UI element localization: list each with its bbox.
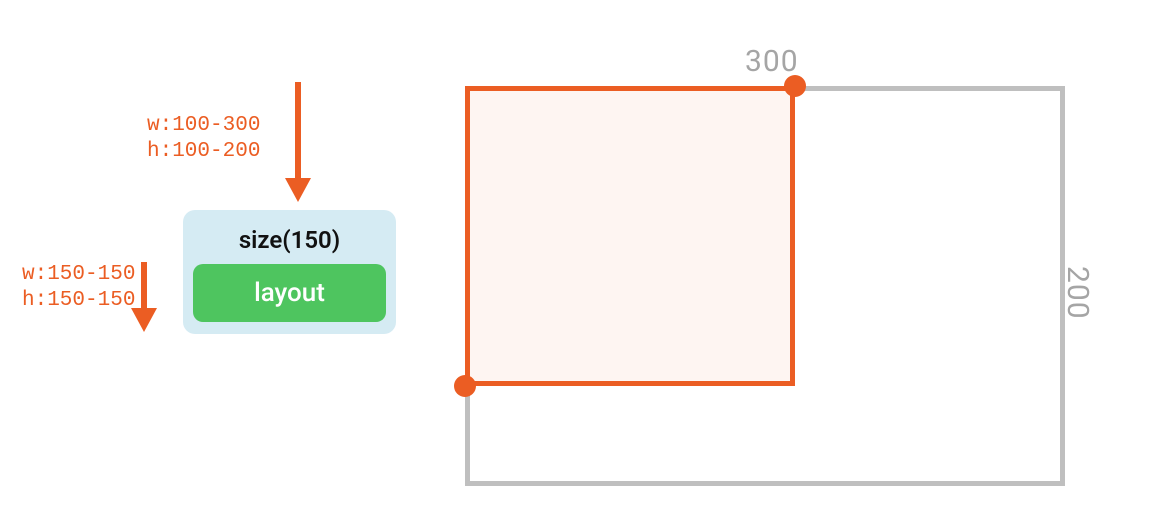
child-size-box [465,86,795,386]
handle-dot-icon [454,375,476,397]
width-dimension-label: 300 [745,44,799,79]
incoming-constraints-label: w:100-300 h:100-200 [147,113,260,166]
constraint-diagram: 300 200 [455,26,1135,496]
layout-child-node: layout [193,264,386,322]
size-widget-title: size(150) [193,220,386,264]
arrow-down-icon [131,262,157,332]
outgoing-constraints-label: w:150-150 h:150-150 [22,262,135,315]
height-dimension-label: 200 [1060,266,1095,320]
size-widget-node: size(150) layout [183,210,396,334]
arrow-down-icon [285,82,311,202]
